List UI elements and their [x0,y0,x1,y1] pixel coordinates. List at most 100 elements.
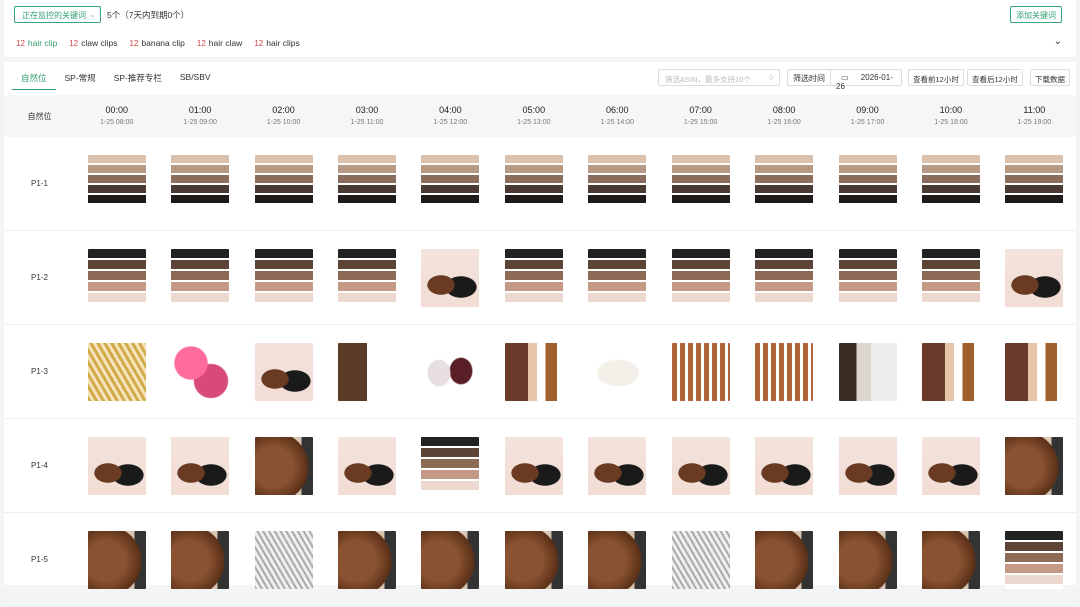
monitor-select[interactable]: 正在监控的关键词 ⌄ [14,6,101,23]
product-image[interactable] [254,248,313,307]
product-image[interactable] [1005,436,1064,495]
column-hour: 10:00 [939,105,963,115]
keyword-chip[interactable]: 12 claw clips [69,38,117,48]
product-image[interactable] [671,248,730,307]
date-picker[interactable]: ▭ 2026-01-26 [831,70,901,91]
product-image[interactable] [171,248,230,307]
product-image[interactable] [504,530,563,589]
column-header: 09:00 1-25 17:00 [826,95,909,137]
keyword-panel: 正在监控的关键词 ⌄ 5个（7天内到期0个） 添加关键词 12 hair clip 1… [4,0,1076,57]
product-image[interactable] [504,154,563,213]
download-button[interactable]: 下载数据 [1030,69,1070,86]
product-image[interactable] [254,436,313,495]
product-image[interactable] [504,436,563,495]
column-header: 00:00 1-25 08:00 [75,95,158,137]
product-image[interactable] [588,342,647,401]
product-image[interactable] [588,248,647,307]
keyword-label: claw clips [81,38,118,48]
table-cell [993,231,1076,324]
product-image[interactable] [755,342,814,401]
prev-12h-button[interactable]: 查看前12小时 [908,69,964,86]
product-image[interactable] [171,154,230,213]
product-image[interactable] [421,530,480,589]
column-datetime: 1-25 11:00 [350,119,384,126]
product-image[interactable] [1005,530,1064,589]
column-datetime: 1-25 17:00 [850,119,885,126]
table-cell [325,137,408,230]
product-image[interactable] [838,342,897,401]
product-image[interactable] [87,436,146,495]
product-image[interactable] [921,436,980,495]
column-datetime: 1-25 08:00 [99,119,134,126]
column-header: 05:00 1-25 13:00 [492,95,575,137]
product-image[interactable] [337,530,396,589]
table-cell [158,231,241,324]
product-image[interactable] [87,248,146,307]
product-image[interactable] [671,342,730,401]
product-image[interactable] [87,530,146,589]
product-image[interactable] [838,154,897,213]
table-cell [325,325,408,418]
tab-3[interactable]: SB/SBV [171,68,220,90]
product-image[interactable] [254,154,313,213]
table-cell [826,137,909,230]
product-image[interactable] [337,248,396,307]
product-image[interactable] [337,154,396,213]
product-image[interactable] [171,342,230,401]
keyword-chip[interactable]: 12 hair clips [254,38,299,48]
product-image[interactable] [337,342,396,401]
product-image[interactable] [671,530,730,589]
tab-2[interactable]: SP-推荐专栏 [105,68,171,90]
column-hour: 08:00 [772,105,796,115]
tab-1[interactable]: SP-常规 [56,68,105,90]
expand-chevron-icon[interactable]: ⌄ [1054,36,1062,47]
product-image[interactable] [921,530,980,589]
product-image[interactable] [337,436,396,495]
table-cell [742,325,825,418]
product-image[interactable] [921,248,980,307]
column-hour: 03:00 [355,105,379,115]
product-image[interactable] [254,342,313,401]
product-image[interactable] [838,530,897,589]
product-image[interactable] [1005,154,1064,213]
table-cell [659,325,742,418]
product-image[interactable] [755,248,814,307]
product-image[interactable] [671,436,730,495]
product-image[interactable] [921,342,980,401]
product-image[interactable] [504,342,563,401]
keyword-chip[interactable]: 12 banana clip [129,38,184,48]
tab-0[interactable]: 自然位 [12,68,56,90]
asin-search-input[interactable]: 筛选ASIN，最多支持10个 ○ [658,69,780,86]
table-cell [325,419,408,512]
add-keyword-button[interactable]: 添加关键词 [1010,6,1062,23]
product-image[interactable] [421,342,480,401]
product-image[interactable] [1005,342,1064,401]
product-image[interactable] [838,436,897,495]
table-cell [492,513,575,606]
product-image[interactable] [838,248,897,307]
product-image[interactable] [921,154,980,213]
product-image[interactable] [87,342,146,401]
product-image[interactable] [421,436,480,495]
product-image[interactable] [87,154,146,213]
row-label: P1-1 [31,179,48,188]
product-image[interactable] [171,436,230,495]
product-image[interactable] [588,154,647,213]
product-image[interactable] [421,154,480,213]
product-image[interactable] [504,248,563,307]
product-image[interactable] [588,530,647,589]
keyword-chip[interactable]: 12 hair clip [16,38,57,48]
product-image[interactable] [254,530,313,589]
product-image[interactable] [755,530,814,589]
product-image[interactable] [588,436,647,495]
table-cell [659,513,742,606]
product-image[interactable] [671,154,730,213]
product-image[interactable] [755,436,814,495]
product-image[interactable] [1005,248,1064,307]
keyword-chip[interactable]: 12 hair claw [197,38,242,48]
next-12h-button[interactable]: 查看后12小时 [967,69,1023,86]
product-image[interactable] [171,530,230,589]
product-image[interactable] [755,154,814,213]
product-image[interactable] [421,248,480,307]
date-filter[interactable]: 筛选时间 ▭ 2026-01-26 [787,69,902,91]
